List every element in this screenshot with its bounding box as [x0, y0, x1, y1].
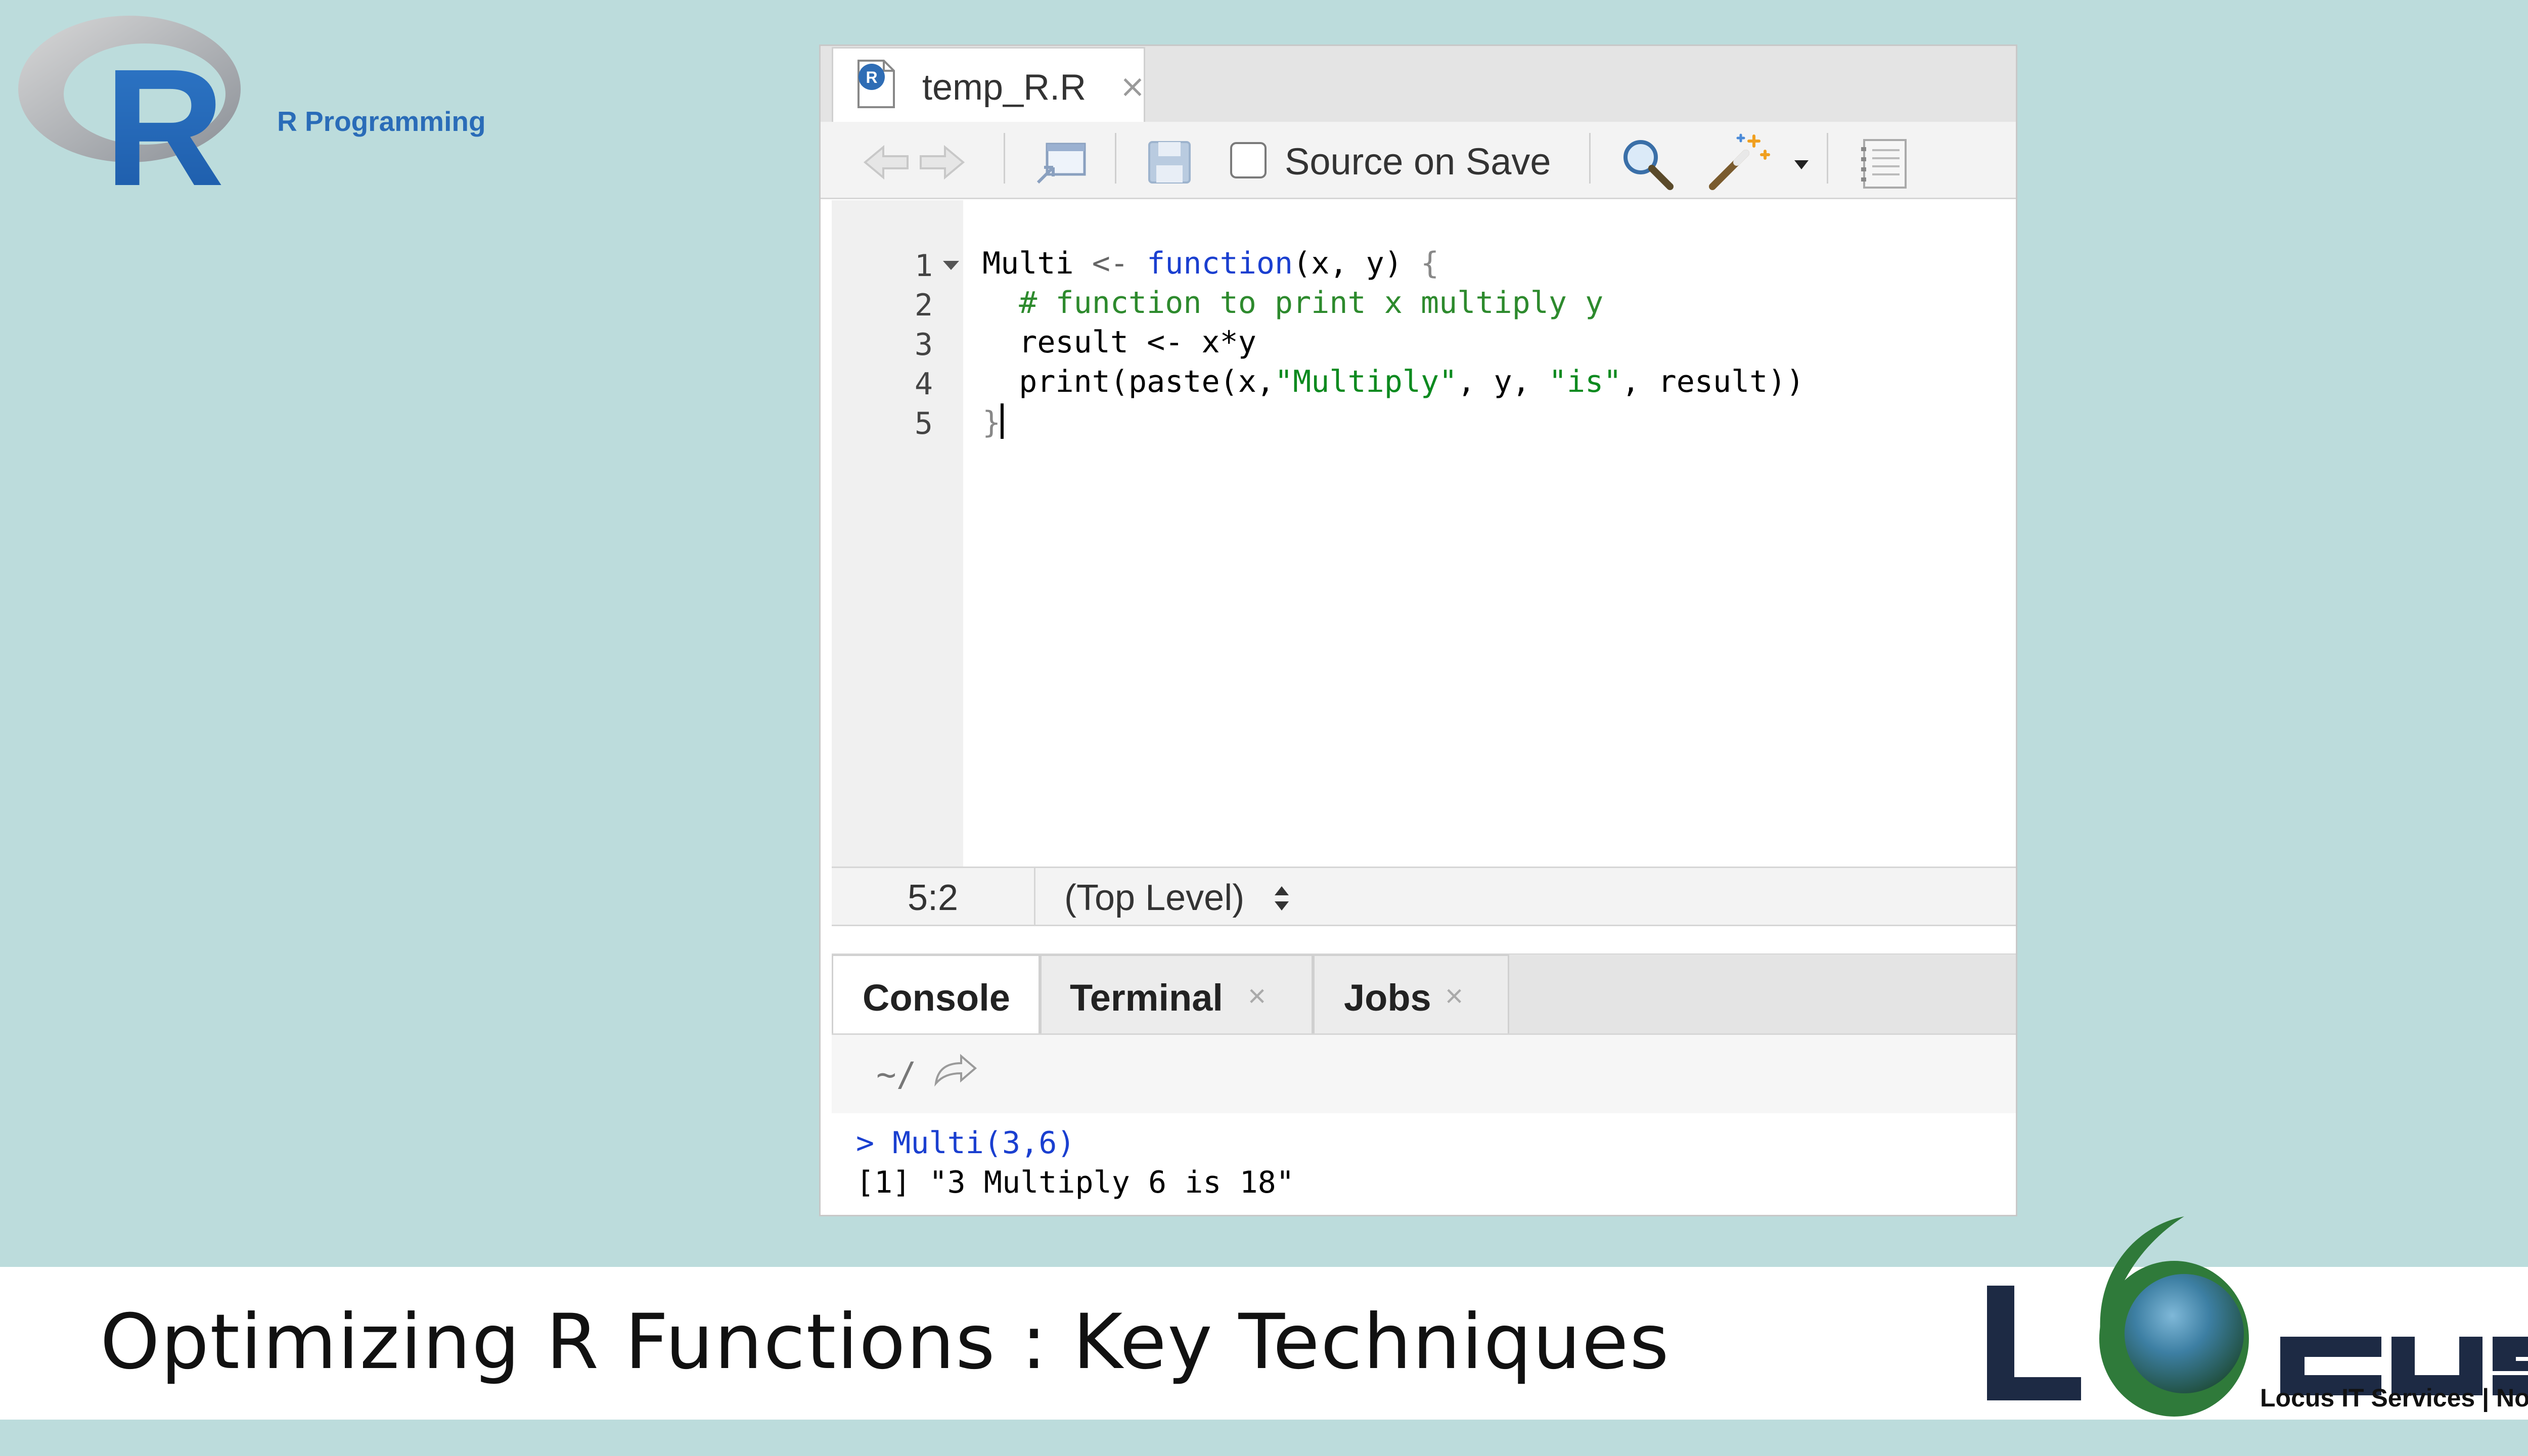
search-icon[interactable]: [1619, 136, 1675, 192]
toolbar-separator: [1589, 133, 1591, 184]
rstudio-editor-window: R temp_R.R × Source on Save 1 2 3 4 5 Mu…: [819, 44, 2017, 1216]
file-tab-close-icon[interactable]: ×: [1119, 68, 1146, 105]
cursor-position: 5:2: [908, 878, 959, 918]
console-prompt: >: [856, 1204, 874, 1215]
line-number: 4: [914, 367, 933, 402]
line-number: 2: [914, 288, 933, 323]
source-on-save-label: Source on Save: [1285, 141, 1551, 183]
tab-jobs[interactable]: Jobs ×: [1313, 954, 1509, 1034]
fold-arrow-icon[interactable]: [943, 261, 959, 270]
r-programming-title: R Programming: [277, 106, 486, 137]
file-tab-label: temp_R.R: [922, 67, 1087, 108]
code-comment: # function to print x multiply y: [1019, 285, 1604, 321]
code-token: , y,: [1457, 364, 1549, 399]
show-in-window-icon[interactable]: [1033, 137, 1089, 188]
console-output-line: [1] "3 Multiply 6 is 18": [856, 1165, 1294, 1200]
toolbar-separator: [1004, 133, 1005, 184]
code-line-1[interactable]: Multi <- function(x, y) {: [982, 246, 1439, 281]
code-string: "Multiply": [1274, 364, 1458, 399]
code-token: result <- x*y: [1019, 325, 1256, 360]
toolbar-separator: [1115, 133, 1116, 184]
forward-arrow-icon[interactable]: [917, 142, 967, 183]
console-output[interactable]: > Multi(3,6) [1] "3 Multiply 6 is 18" >: [832, 1113, 2016, 1215]
code-token: {: [1420, 246, 1439, 281]
editor-tab-bar: R temp_R.R ×: [821, 46, 2016, 123]
status-separator: [1034, 868, 1035, 925]
slide-headline: Optimizing R Functions : Key Techniques: [100, 1298, 1670, 1386]
compile-notebook-icon[interactable]: [1857, 136, 1913, 192]
tab-label: Terminal: [1070, 977, 1223, 1019]
save-icon[interactable]: [1144, 137, 1195, 188]
r-logo-letter: R: [104, 34, 224, 190]
console-error-line-partial: [856, 1113, 2016, 1115]
text-cursor: [1001, 403, 1004, 439]
code-token: Multi: [982, 246, 1074, 281]
r-file-icon: R: [857, 60, 895, 108]
editor-toolbar: Source on Save: [821, 122, 2016, 199]
editor-status-bar: 5:2 (Top Level): [832, 867, 2016, 926]
code-keyword: function: [1147, 246, 1293, 281]
console-command-line: > Multi(3,6): [856, 1125, 1075, 1161]
line-number-gutter: 1 2 3 4 5: [832, 200, 963, 867]
code-line-2[interactable]: # function to print x multiply y: [982, 285, 1603, 321]
svg-text:R: R: [866, 68, 877, 86]
code-token: <-: [1092, 246, 1128, 281]
updown-arrows-icon[interactable]: [1272, 883, 1292, 914]
tab-close-icon[interactable]: ×: [1248, 978, 1266, 1014]
code-token: }: [982, 405, 1001, 440]
working-directory[interactable]: ~/: [876, 1055, 916, 1094]
code-line-3[interactable]: result <- x*y: [982, 325, 1256, 360]
code-string: "is": [1548, 364, 1622, 399]
line-number: 1: [914, 248, 933, 284]
chevron-down-icon[interactable]: [1791, 157, 1812, 172]
tab-close-icon[interactable]: ×: [1445, 978, 1463, 1014]
scope-selector[interactable]: (Top Level): [1064, 877, 1244, 919]
toolbar-separator: [1827, 133, 1828, 184]
code-line-5[interactable]: }: [982, 403, 1004, 440]
file-tab-temp-r[interactable]: R temp_R.R ×: [832, 47, 1146, 123]
code-token: , result)): [1621, 364, 1804, 399]
code-tools-wand-icon[interactable]: [1705, 131, 1771, 192]
tab-console[interactable]: Console: [832, 954, 1040, 1034]
r-logo: R: [18, 16, 241, 190]
line-number: 3: [914, 327, 933, 362]
tab-terminal[interactable]: Terminal ×: [1040, 954, 1313, 1034]
code-token: (x, y): [1293, 246, 1403, 281]
locus-tagline: Locus IT Services | Nordic: [2260, 1384, 2528, 1412]
source-on-save-checkbox[interactable]: [1230, 142, 1267, 178]
code-line-4[interactable]: print(paste(x,"Multiply", y, "is", resul…: [982, 364, 1804, 399]
back-arrow-icon[interactable]: [861, 142, 912, 183]
line-number: 5: [914, 406, 933, 441]
console-path-bar: ~/: [832, 1033, 2016, 1116]
tab-label: Console: [863, 977, 1010, 1019]
console-tab-bar: Console Terminal × Jobs ×: [832, 953, 2016, 1034]
tab-label: Jobs: [1344, 977, 1431, 1019]
code-token: print(paste(x,: [1019, 364, 1275, 399]
go-to-directory-icon[interactable]: [933, 1053, 978, 1088]
